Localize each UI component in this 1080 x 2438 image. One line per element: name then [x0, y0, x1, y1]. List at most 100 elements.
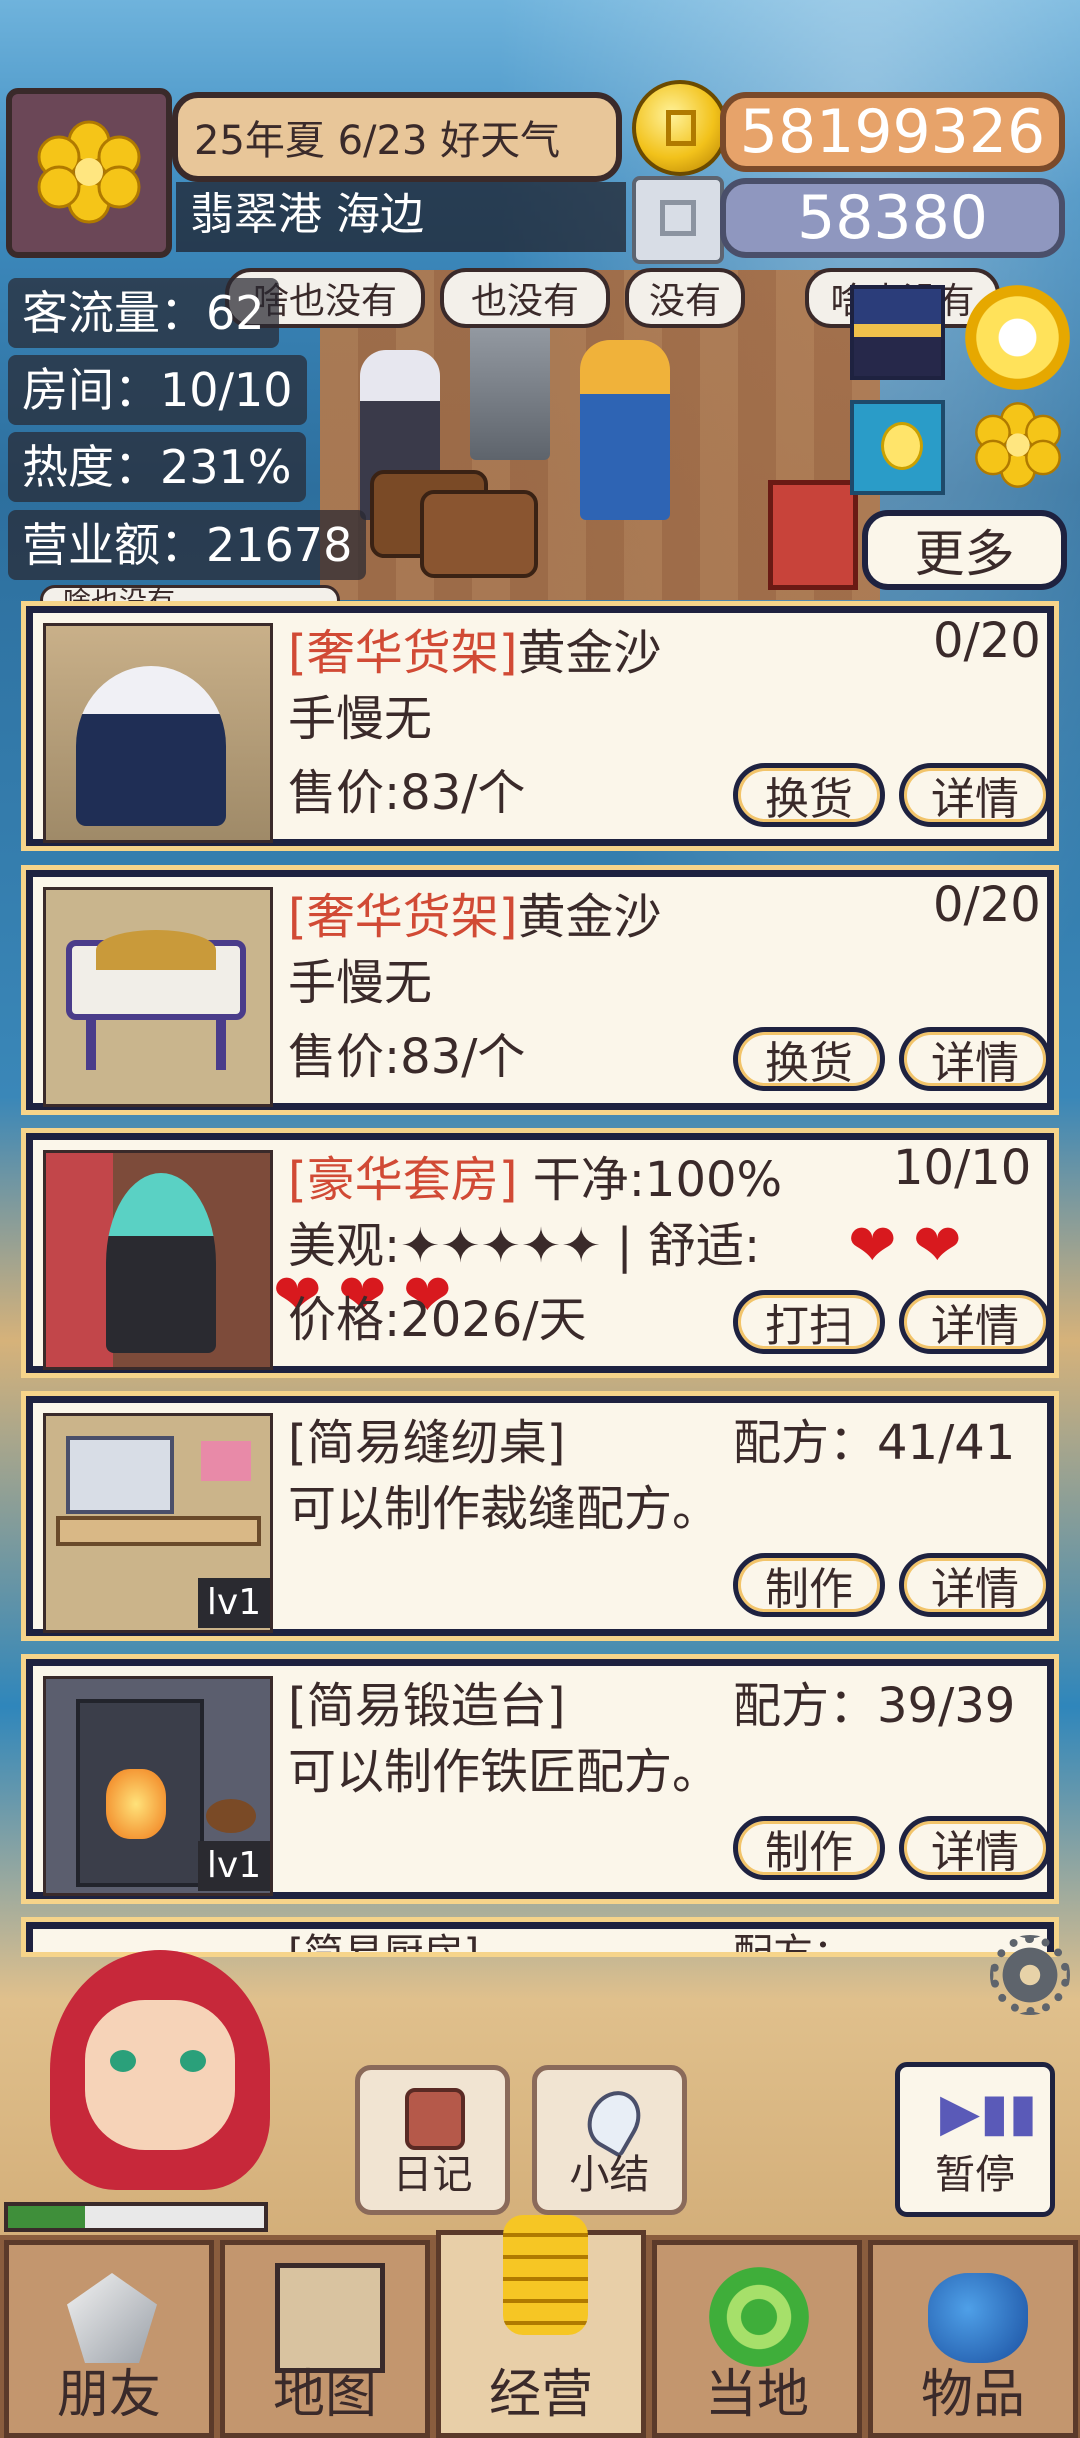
summary-label: 小结 — [569, 2152, 650, 2198]
item-price: 售价:83/个 — [288, 765, 526, 821]
gold-amount-text: 58199326 — [739, 97, 1046, 167]
customer-sprite[interactable] — [470, 310, 550, 460]
shelf-thumbnail — [43, 887, 273, 1107]
nav-items[interactable]: 物品 — [868, 2240, 1078, 2438]
details-button-label: 详情 — [931, 1827, 1019, 1878]
sun-icon[interactable] — [965, 285, 1070, 390]
stat-traffic-text: 客流量：62 — [22, 286, 265, 340]
details-button-label: 详情 — [931, 1038, 1019, 1089]
shelf-thumbnail — [43, 623, 273, 843]
restock-button[interactable]: 换货 — [733, 1027, 885, 1091]
workstation-name: [简易锻造台] — [288, 1678, 566, 1734]
level-text: lv1 — [206, 1845, 262, 1886]
nav-friends[interactable]: 朋友 — [4, 2240, 214, 2438]
room-cleanliness: 干净:100% — [517, 1152, 783, 1208]
diary-button[interactable]: 日记 — [355, 2065, 510, 2215]
workstation-desc: 可以制作裁缝配方。 — [288, 1481, 721, 1537]
details-button[interactable]: 详情 — [899, 1290, 1051, 1354]
craft-button-label: 制作 — [765, 1564, 853, 1615]
details-button[interactable]: 详情 — [899, 763, 1051, 827]
lightbulb-icon[interactable] — [850, 400, 945, 495]
item-price: 售价:83/个 — [288, 1029, 526, 1085]
nav-map[interactable]: 地图 — [220, 2240, 430, 2438]
nav-friends-label: 朋友 — [56, 2365, 161, 2425]
nav-local[interactable]: 当地 — [652, 2240, 862, 2438]
heart-icon: ❤ — [913, 1211, 962, 1279]
nav-business[interactable]: 经营 — [436, 2215, 646, 2438]
speech-bubble-text: 没有 — [648, 281, 721, 322]
details-button-label: 详情 — [931, 774, 1019, 825]
stat-heat: 热度：231% — [8, 432, 306, 502]
item-tag: [奢华货架] — [288, 625, 518, 681]
shelf-card[interactable]: [奢华货架]黄金沙 0/20 手慢无 售价:83/个 换货 详情 — [26, 870, 1054, 1110]
details-button-label: 详情 — [931, 1564, 1019, 1615]
nav-business-label: 经营 — [488, 2365, 593, 2425]
room-price: 价格:2026/天 — [288, 1292, 587, 1348]
restock-button-label: 换货 — [765, 774, 853, 825]
play-pause-icon: ▶▮▮ — [940, 2083, 1038, 2143]
stat-revenue-text: 营业额：21678 — [22, 518, 353, 572]
barrel-icon — [420, 490, 538, 578]
workstation-card[interactable]: lv1 [简易缝纫桌] 配方：41/41 可以制作裁缝配方。 制作 详情 — [26, 1396, 1054, 1636]
speech-bubble-text: 也没有 — [470, 281, 579, 322]
shield-icon — [67, 2273, 157, 2363]
shelf-card[interactable]: [奢华货架]黄金沙 0/20 手慢无 售价:83/个 换货 详情 — [26, 606, 1054, 846]
craft-button-label: 制作 — [765, 1827, 853, 1878]
item-name: 黄金沙 — [517, 625, 662, 681]
stat-rooms: 房间：10/10 — [8, 355, 307, 425]
restock-button[interactable]: 换货 — [733, 763, 885, 827]
details-button[interactable]: 详情 — [899, 1553, 1051, 1617]
location-text: 翡翠港 海边 — [190, 189, 424, 240]
restock-button-label: 换货 — [765, 1038, 853, 1089]
flower-icon[interactable] — [968, 395, 1068, 495]
summary-button[interactable]: 小结 — [532, 2065, 687, 2215]
nav-local-label: 当地 — [704, 2365, 809, 2425]
assistant-portrait[interactable] — [30, 1930, 280, 2200]
details-button[interactable]: 详情 — [899, 1816, 1051, 1880]
room-thumbnail — [43, 1150, 273, 1370]
room-card[interactable]: [豪华套房] 干净:100% 10/10 美观:✦✦✦✦✦ | 舒适: ❤ ❤ … — [26, 1133, 1054, 1373]
energy-bar — [4, 2202, 268, 2232]
item-status: 手慢无 — [288, 955, 433, 1011]
stat-traffic: 客流量：62 — [8, 278, 279, 348]
clean-button[interactable]: 打扫 — [733, 1290, 885, 1354]
speech-bubble: 没有 — [625, 268, 745, 328]
workstation-desc: 可以制作铁匠配方。 — [288, 1744, 721, 1800]
customer-sprite[interactable] — [580, 340, 670, 520]
recipe-count: 配方：41/41 — [733, 1415, 1016, 1471]
craft-button[interactable]: 制作 — [733, 1553, 885, 1617]
silver-amount-text: 58380 — [797, 183, 988, 253]
gold-coin-icon — [632, 80, 728, 176]
more-button[interactable]: 更多 — [862, 510, 1067, 590]
settings-gear-icon[interactable] — [990, 1935, 1070, 2015]
more-button-label: 更多 — [914, 525, 1015, 583]
room-count: 10/10 — [893, 1140, 1032, 1196]
bag-icon — [928, 2273, 1028, 2363]
heart-icon: ❤ — [848, 1211, 897, 1279]
craft-button[interactable]: 制作 — [733, 1816, 885, 1880]
book-icon — [405, 2088, 465, 2150]
clean-button-label: 打扫 — [765, 1301, 853, 1352]
item-count: 0/20 — [933, 877, 1041, 933]
diary-label: 日记 — [392, 2152, 473, 2198]
date-weather: 25年夏 6/23 好天气 — [172, 92, 622, 182]
pause-label: 暂停 — [935, 2152, 1015, 2198]
details-button-label: 详情 — [931, 1301, 1019, 1352]
nav-map-label: 地图 — [272, 2365, 377, 2425]
nav-items-label: 物品 — [920, 2365, 1025, 2425]
date-weather-text: 25年夏 6/23 好天气 — [194, 118, 561, 164]
item-name: 黄金沙 — [517, 889, 662, 945]
stat-revenue: 营业额：21678 — [8, 510, 367, 580]
level-badge: lv1 — [198, 1578, 270, 1628]
item-status: 手慢无 — [288, 691, 433, 747]
gold-amount: 58199326 — [720, 92, 1065, 172]
flower-icon — [37, 120, 141, 224]
room-tag: [豪华套房] — [288, 1152, 518, 1208]
season-badge[interactable] — [6, 88, 172, 258]
coin-stack-icon — [503, 2215, 588, 2335]
character-portrait-icon[interactable] — [850, 285, 945, 380]
speech-bubble: 也没有 — [440, 268, 610, 328]
workstation-card[interactable]: lv1 [简易锻造台] 配方：39/39 可以制作铁匠配方。 制作 详情 — [26, 1659, 1054, 1899]
details-button[interactable]: 详情 — [899, 1027, 1051, 1091]
pause-button[interactable]: ▶▮▮ 暂停 — [895, 2062, 1055, 2217]
